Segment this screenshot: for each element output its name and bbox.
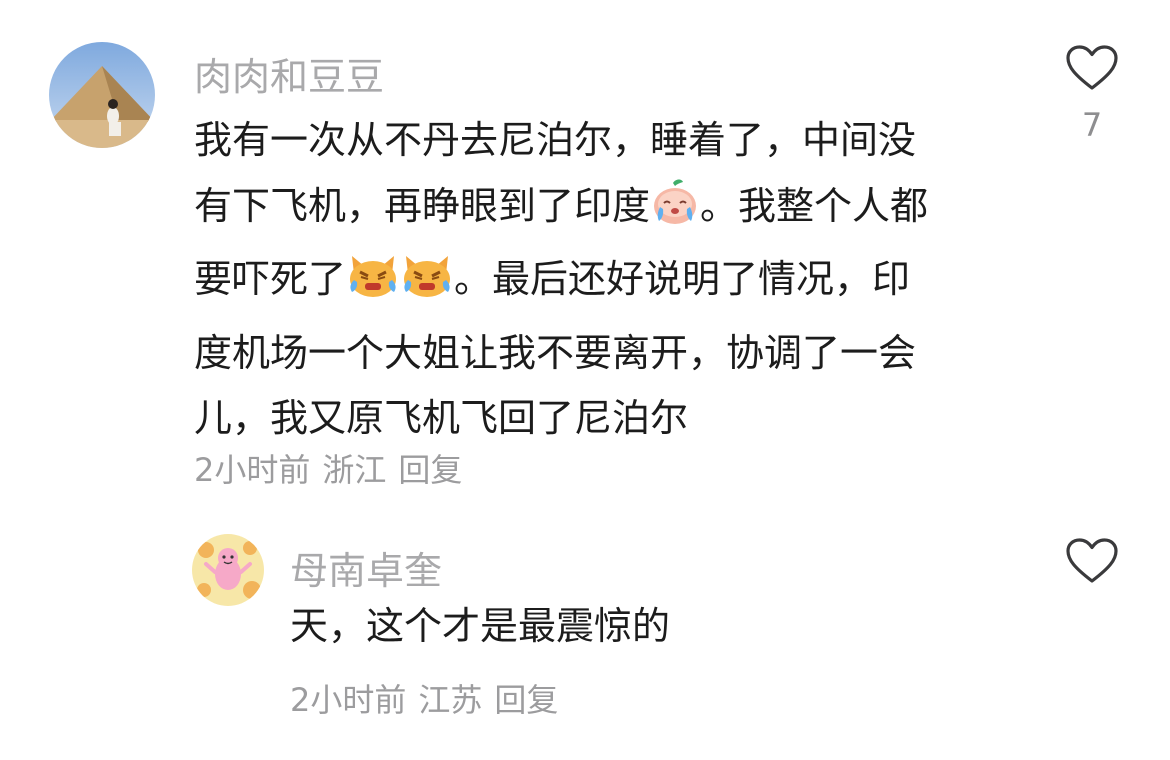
- comment-text-fragment: 要吓死了: [194, 257, 347, 301]
- location: 江苏: [418, 681, 483, 719]
- comment-text-fragment: 。我整个人都: [700, 183, 929, 228]
- comment-meta: 2小时前 江苏 回复: [290, 675, 570, 721]
- timestamp: 2小时前: [194, 451, 311, 489]
- location: 浙江: [322, 451, 387, 489]
- reply-button[interactable]: 回复: [494, 681, 558, 719]
- avatar[interactable]: [49, 42, 155, 148]
- like-count: 7: [1081, 106, 1103, 144]
- crying-cat-emoji-icon: [400, 250, 454, 321]
- crying-face-emoji-icon: [650, 177, 700, 248]
- comment-text: 我有一次从不丹去尼泊尔，睡着了，中间没 有下飞机，再睁眼到了印度 。我整个人都 要…: [194, 108, 1034, 452]
- comment-text-line: 要吓死了 。最后还好说明了情况，印: [194, 247, 1034, 321]
- comment-text-fragment: 。最后还好说明了情况，印: [454, 257, 911, 301]
- comment-text-line: 度机场一个大姐让我不要离开，协调了一会: [194, 330, 917, 375]
- heart-outline-icon[interactable]: [1065, 537, 1119, 585]
- comment-text: 天，这个才是最震惊的: [290, 604, 671, 648]
- like-button[interactable]: 7: [1062, 44, 1122, 144]
- comment-meta: 2小时前 浙江 回复: [194, 445, 474, 491]
- avatar[interactable]: [192, 534, 264, 606]
- pyramid-photo-avatar-icon: [49, 42, 155, 148]
- comment-text-fragment: 有下飞机，再睁眼到了印度: [194, 183, 651, 228]
- comment-text-line: 有下飞机，再睁眼到了印度 。我整个人都: [194, 174, 1034, 248]
- heart-outline-icon[interactable]: [1065, 44, 1119, 92]
- timestamp: 2小时前: [290, 681, 407, 719]
- username[interactable]: 母南卓奎: [290, 540, 442, 595]
- username[interactable]: 肉肉和豆豆: [194, 46, 384, 101]
- comment-text-line: 我有一次从不丹去尼泊尔，睡着了，中间没: [194, 118, 917, 162]
- cartoon-doodle-avatar-icon: [192, 534, 264, 606]
- comment-text-line: 儿，我又原飞机飞回了尼泊尔: [194, 396, 689, 440]
- reply-button[interactable]: 回复: [398, 451, 462, 489]
- like-button[interactable]: [1062, 537, 1122, 589]
- crying-cat-emoji-icon: [346, 250, 400, 321]
